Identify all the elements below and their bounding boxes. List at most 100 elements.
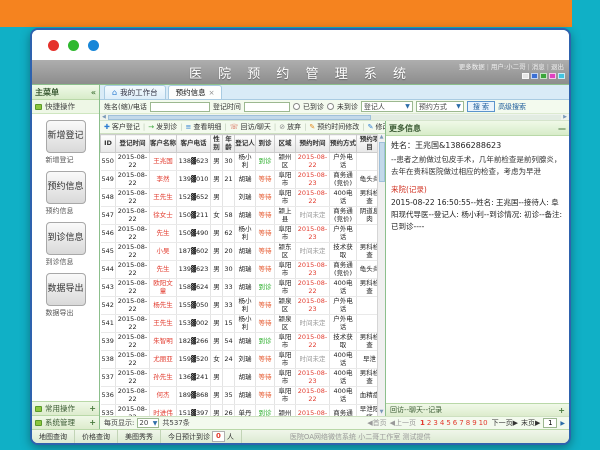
scroll-right-icon[interactable]: ▶: [561, 114, 569, 120]
statusbar-item[interactable]: 价格查询: [75, 430, 118, 443]
sidebar-collapse-icon[interactable]: «: [91, 88, 96, 97]
expand-icon[interactable]: +: [89, 418, 96, 427]
expand-icon[interactable]: +: [558, 406, 565, 415]
page-number[interactable]: 5: [445, 419, 451, 427]
channel-select[interactable]: 预约方式 ▼: [416, 101, 464, 112]
tab-close-icon[interactable]: ×: [209, 89, 215, 97]
table-row[interactable]: 5352015-08-22时进伟151▓397男26单丹到诊颍州2015-08-…: [101, 405, 378, 417]
not-arrived-radio[interactable]: [327, 103, 334, 110]
last-page-button[interactable]: 末页▶: [521, 418, 540, 428]
column-header[interactable]: 预约时间: [296, 135, 330, 153]
column-header[interactable]: 预约项目: [357, 135, 378, 153]
header-link[interactable]: 消息: [532, 63, 545, 71]
close-window-button[interactable]: [48, 40, 59, 51]
theme-square[interactable]: [531, 73, 538, 79]
table-row[interactable]: 5372015-08-22孙先生136▓241男胡瑞等待阜阳市2015-08-2…: [101, 369, 378, 387]
view-detail-button[interactable]: ≡查看明细: [184, 122, 222, 132]
page-number[interactable]: 1: [419, 419, 426, 427]
first-page-button[interactable]: ◀首页: [367, 418, 386, 428]
table-row[interactable]: 5482015-08-22王先生152▓652男刘瑞等待阜阳市2015-08-2…: [101, 189, 378, 207]
page-jump-input[interactable]: [543, 418, 557, 428]
arrival-info-button[interactable]: 到诊信息: [46, 222, 86, 255]
table-row[interactable]: 5392015-08-22朱智明182▓266男54胡瑞到诊阜阳市2015-08…: [101, 333, 378, 351]
table-row[interactable]: 5502015-08-22王兆国138▓623男30杨小利到诊颍州区2015-0…: [101, 153, 378, 171]
per-page-select[interactable]: 20 ▼: [137, 418, 159, 428]
statusbar-item[interactable]: 美图秀秀: [118, 430, 161, 443]
table-row[interactable]: 5472015-08-22徐女士150▓211女58胡瑞等待颍上县时间未定商务通…: [101, 207, 378, 225]
registrar-select[interactable]: 登记人 ▼: [361, 101, 413, 112]
theme-square[interactable]: [549, 73, 556, 79]
column-header[interactable]: 性别: [211, 135, 223, 153]
new-registration-button[interactable]: 新增登记: [46, 120, 86, 153]
column-header[interactable]: 区域: [275, 135, 296, 153]
sidebar-item-system-management[interactable]: 系统管理 +: [32, 415, 99, 429]
statusbar-item[interactable]: 地图查询: [32, 430, 75, 443]
scrollbar-thumb[interactable]: [379, 142, 385, 182]
column-header[interactable]: 客户电话: [177, 135, 211, 153]
table-row[interactable]: 5492015-08-22李然139▓010男21胡瑞等待阜阳市2015-08-…: [101, 171, 378, 189]
column-header[interactable]: 登记时间: [116, 135, 150, 153]
table-row[interactable]: 5452015-08-22小吴187▓602男20胡瑞等待颍东区时间未定技术获取…: [101, 243, 378, 261]
column-header[interactable]: 到诊: [256, 135, 275, 153]
send-to-visit-button[interactable]: →发到诊: [147, 122, 178, 132]
expand-icon[interactable]: +: [89, 404, 96, 413]
table-row[interactable]: 5442015-08-22先生139▓623男30胡瑞等待阜阳市2015-08-…: [101, 261, 378, 279]
tab-appointment-info[interactable]: 预约信息 ×: [168, 85, 223, 99]
customer-register-button[interactable]: ✚客户登记: [103, 122, 141, 132]
tab-workbench[interactable]: ⌂ 我的工作台: [104, 85, 166, 99]
name-filter-input[interactable]: [150, 102, 210, 112]
cell-registrar: 刘瑞: [235, 351, 256, 369]
cell-phone: 150▓490: [177, 225, 211, 243]
per-page-value: 20: [139, 419, 148, 427]
date-filter-input[interactable]: [244, 102, 290, 112]
theme-square[interactable]: [558, 73, 565, 79]
callback-chat-record-bar[interactable]: 回访--聊天--记录 +: [386, 403, 569, 416]
scroll-up-icon[interactable]: ▲: [380, 134, 384, 141]
scroll-down-icon[interactable]: ▼: [380, 409, 384, 416]
header-link[interactable]: 退出: [551, 63, 564, 71]
maximize-window-button[interactable]: [88, 40, 99, 51]
prev-page-button[interactable]: ◀上一页: [390, 418, 416, 428]
table-row[interactable]: 5412015-08-22王先生153▓002男15杨小利等待颍泉区时间未定户外…: [101, 315, 378, 333]
minimize-window-button[interactable]: [68, 40, 79, 51]
table-row[interactable]: 5462015-08-22先生150▓490男62杨小利等待阜阳市2015-08…: [101, 225, 378, 243]
toolbar-separator: |: [224, 123, 226, 131]
table-row[interactable]: 5382015-08-22尤丽亚159▓520女24刘瑞等待阜阳市时间未定400…: [101, 351, 378, 369]
page-number[interactable]: 10: [478, 419, 489, 427]
page-number[interactable]: 7: [458, 419, 464, 427]
cell-gender: 男: [211, 297, 223, 315]
appointment-time-edit-button[interactable]: ✎预约时间修改: [308, 122, 360, 132]
column-header[interactable]: 年龄: [223, 135, 235, 153]
next-page-button[interactable]: 下一页▶: [492, 418, 518, 428]
advanced-search-link[interactable]: 高级搜索: [498, 102, 526, 112]
header-link[interactable]: 更多数据: [459, 63, 485, 71]
cell-registrar: 胡瑞: [235, 387, 256, 405]
table-row[interactable]: 5362015-08-22何杰189▓868男35胡瑞等待阜阳市2015-08-…: [101, 387, 378, 405]
callback-chat-button[interactable]: ☏回访/聊天: [229, 122, 272, 132]
theme-square[interactable]: [540, 73, 547, 79]
scrollbar-track[interactable]: [108, 115, 561, 120]
page-number[interactable]: 9: [471, 419, 477, 427]
header-link[interactable]: 用户:小二哥: [491, 63, 526, 71]
toolbar-label: 客户登记: [112, 122, 140, 132]
page-go-icon[interactable]: ▶: [560, 420, 565, 427]
sidebar-item-common-operations[interactable]: 常用操作 +: [32, 401, 99, 415]
data-export-button[interactable]: 数据导出: [46, 273, 86, 306]
theme-square[interactable]: [522, 73, 529, 79]
abandon-button[interactable]: ⊘放弃: [278, 122, 302, 132]
column-header[interactable]: 客户名称: [150, 135, 177, 153]
edit-button[interactable]: ✎修改: [367, 122, 385, 132]
scroll-left-icon[interactable]: ◀: [100, 114, 108, 120]
scrollbar-thumb[interactable]: [108, 115, 371, 120]
appointment-info-button[interactable]: 预约信息: [46, 171, 86, 204]
table-row[interactable]: 5432015-08-22欧阳文童158▓624男33胡瑞到诊阜阳市2015-0…: [101, 279, 378, 297]
table-row[interactable]: 5422015-08-22杨先生155▓050男33杨小利等待颍泉区2015-0…: [101, 297, 378, 315]
column-header[interactable]: 预约方式: [330, 135, 357, 153]
collapse-icon[interactable]: —: [558, 124, 566, 133]
column-header[interactable]: ID: [101, 135, 116, 153]
column-header[interactable]: 登记人: [235, 135, 256, 153]
page-number[interactable]: 3: [432, 419, 438, 427]
cell-registrar: 单丹: [235, 405, 256, 417]
search-button[interactable]: 搜 索: [467, 101, 495, 112]
arrived-radio[interactable]: [293, 103, 300, 110]
